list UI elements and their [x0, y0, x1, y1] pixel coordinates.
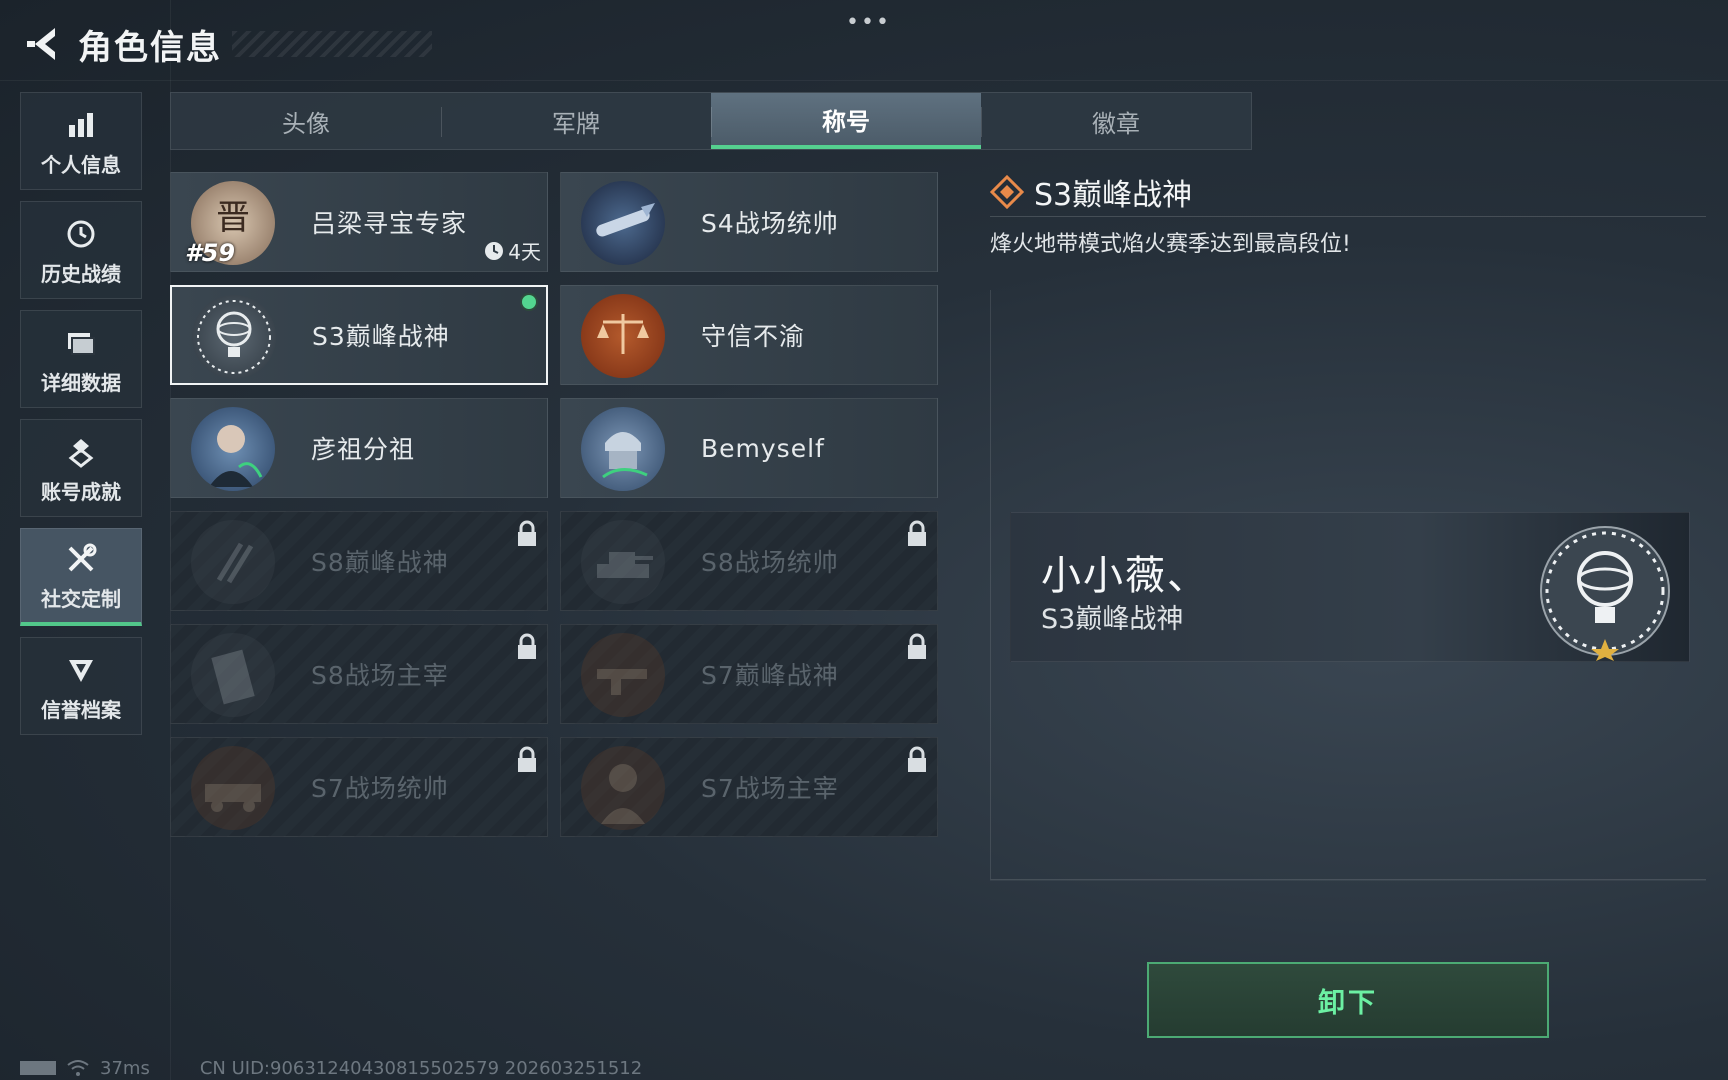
detail-description: 烽火地带模式焰火赛季达到最高段位!: [990, 232, 1351, 257]
svg-text:晋: 晋: [216, 198, 250, 238]
sidebar-item-detailed-data[interactable]: 详细数据: [20, 310, 142, 408]
expiry-text: 4天: [508, 240, 541, 264]
title-card[interactable]: S8巅峰战神: [170, 511, 548, 611]
vehicle-badge-icon: [191, 746, 275, 830]
expiry-indicator: 4天: [484, 236, 541, 265]
title-card[interactable]: 守信不渝: [560, 285, 938, 385]
medal-icon: [61, 432, 101, 472]
title-preview-card: 小小薇、 S3巅峰战神: [1010, 512, 1690, 662]
clock-icon: [485, 241, 504, 260]
missile-badge-icon: [581, 181, 665, 265]
category-tabs: 头像 军牌 称号 徽章: [170, 92, 1252, 150]
diamond-icon: [990, 175, 1024, 209]
title-card[interactable]: S8战场主宰: [170, 624, 548, 724]
tab-title[interactable]: 称号: [711, 93, 981, 149]
title-card[interactable]: S7战场统帅: [170, 737, 548, 837]
sidebar-item-label: 详细数据: [41, 370, 121, 395]
equipped-indicator: [520, 293, 538, 311]
grid-line: [990, 880, 1706, 881]
title-card[interactable]: S7战场主宰: [560, 737, 938, 837]
title-name: S7巅峰战神: [701, 661, 839, 690]
armillary-badge-icon: [1540, 526, 1670, 661]
bar-chart-icon: [61, 105, 101, 145]
sidebar-item-label: 历史战绩: [41, 261, 121, 286]
wifi-icon: [67, 1060, 89, 1076]
title-name: S3巅峰战神: [312, 322, 450, 351]
title-decoration: [232, 31, 432, 57]
ping-text: 37ms: [100, 1057, 150, 1079]
sidebar-item-social-custom[interactable]: 社交定制: [20, 528, 142, 626]
tab-avatar[interactable]: 头像: [171, 93, 441, 149]
sidebar-item-label: 社交定制: [41, 587, 121, 611]
title-card[interactable]: S4战场统帅: [560, 172, 938, 272]
sidebar: 个人信息 历史战绩 详细数据 账号成就 社交定制 信誉档案: [20, 92, 142, 746]
page-header: 角色信息: [20, 20, 432, 68]
title-name: 彦祖分祖: [311, 435, 416, 464]
title-card[interactable]: S7巅峰战神: [560, 624, 938, 724]
more-options-button[interactable]: •••: [846, 10, 891, 35]
player-name: 小小薇、: [1041, 553, 1209, 599]
status-bar: 37ms CN UID:9063124043081​5502579 202603…: [20, 1056, 642, 1080]
lock-icon: [518, 633, 536, 659]
detail-header: S3巅峰战神: [990, 170, 1192, 214]
uid-text: CN UID:9063124043081​5502579 20260325151…: [199, 1057, 643, 1079]
sidebar-item-label: 账号成就: [41, 479, 121, 504]
sidebar-item-label: 个人信息: [41, 152, 121, 177]
title-card[interactable]: 彦祖分祖: [170, 398, 548, 498]
title-name: S8巅峰战神: [311, 548, 449, 577]
chevron-left-icon: [27, 28, 55, 60]
title-card[interactable]: 晋 #59 吕梁寻宝专家 4天: [170, 172, 548, 272]
title-name: S7战场统帅: [311, 774, 449, 803]
title-name: S7战场主宰: [701, 774, 839, 803]
title-name: S8战场统帅: [701, 548, 839, 577]
shield-badge-icon: [61, 650, 101, 690]
history-clock-icon: [61, 214, 101, 254]
unequip-button[interactable]: 卸下: [1147, 962, 1549, 1038]
gun-badge-icon: [581, 633, 665, 717]
battery-icon: [20, 1061, 56, 1075]
title-card[interactable]: S8战场统帅: [560, 511, 938, 611]
title-name: Bemyself: [701, 433, 825, 463]
lock-icon: [908, 633, 926, 659]
scales-badge-icon: [581, 294, 665, 378]
lock-icon: [908, 746, 926, 772]
sidebar-item-personal-info[interactable]: 个人信息: [20, 92, 142, 190]
soldier-badge-icon: [581, 407, 665, 491]
sidebar-item-label: 信誉档案: [41, 697, 121, 722]
title-name: S4战场统帅: [701, 209, 839, 238]
lock-icon: [518, 520, 536, 546]
sidebar-item-achievements[interactable]: 账号成就: [20, 419, 142, 517]
warrior-badge-icon: [581, 746, 665, 830]
building-badge-icon: [191, 633, 275, 717]
title-card[interactable]: S3巅峰战神: [170, 285, 548, 385]
tank-badge-icon: [581, 520, 665, 604]
sidebar-item-credit[interactable]: 信誉档案: [20, 637, 142, 735]
title-card[interactable]: Bemyself: [560, 398, 938, 498]
title-name: S8战场主宰: [311, 661, 449, 690]
divider: [990, 216, 1706, 217]
folder-icon: [61, 323, 101, 363]
title-name: 吕梁寻宝专家: [311, 209, 468, 238]
page-title: 角色信息: [78, 27, 222, 68]
preview-title: S3巅峰战神: [1041, 604, 1184, 635]
grid-line: [0, 80, 1728, 81]
lock-icon: [908, 520, 926, 546]
sidebar-item-history[interactable]: 历史战绩: [20, 201, 142, 299]
title-name: 守信不渝: [701, 322, 806, 351]
armillary-badge-icon: [192, 295, 276, 379]
slashes-badge-icon: [191, 520, 275, 604]
tab-badge[interactable]: 徽章: [981, 93, 1251, 149]
tab-dog-tag[interactable]: 军牌: [441, 93, 711, 149]
portrait-badge-icon: [191, 407, 275, 491]
tools-icon: [61, 539, 101, 579]
lock-icon: [518, 746, 536, 772]
detail-title: S3巅峰战神: [1034, 178, 1193, 213]
back-button[interactable]: [20, 20, 64, 68]
badge-number: #59: [185, 239, 236, 267]
